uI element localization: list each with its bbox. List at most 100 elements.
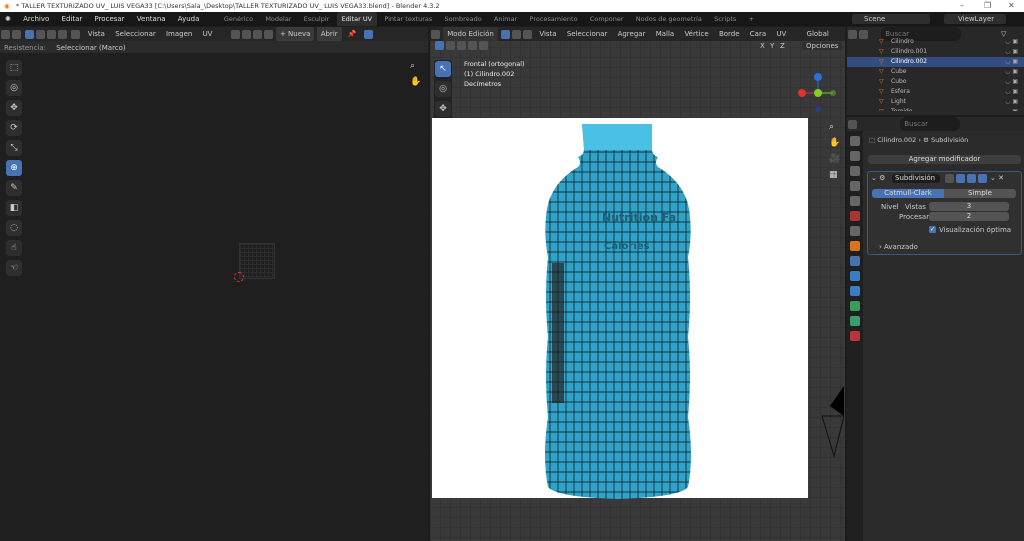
outliner-item[interactable]: ▽ Cube ◡ ▣ [847, 67, 1024, 77]
menu-procesar[interactable]: Procesar [89, 12, 129, 26]
material-tab-icon[interactable] [850, 331, 860, 341]
tab-simple[interactable]: Simple [944, 189, 1016, 198]
collection-tab-icon[interactable] [850, 226, 860, 236]
visibility-icon[interactable]: ◡ ▣ [1005, 97, 1018, 107]
uv-menu-uv[interactable]: UV [199, 27, 217, 41]
workspace-tab[interactable]: Sombreado [440, 12, 487, 26]
output-tab-icon[interactable] [850, 166, 860, 176]
vp-menu-uv[interactable]: UV [772, 27, 790, 41]
menu-archivo[interactable]: Archivo [18, 12, 54, 26]
workspace-tab[interactable]: Scripts [709, 12, 741, 26]
visibility-icon[interactable]: ◡ ▣ [1005, 67, 1018, 77]
particles-tab-icon[interactable] [850, 271, 860, 281]
move-tool-icon[interactable]: ✥ [6, 100, 22, 116]
transform-tool-icon[interactable]: ⊕ [6, 160, 22, 176]
minimize-button[interactable]: – [960, 0, 964, 12]
sync-icon[interactable] [12, 29, 21, 39]
visibility-icon[interactable]: ◡ ▣ [1005, 47, 1018, 57]
blender-menu-icon[interactable]: ✺ [0, 12, 16, 26]
tool-tab-icon[interactable] [850, 136, 860, 146]
render-tab-icon[interactable] [850, 151, 860, 161]
workspace-tab-active[interactable]: Editar UV [336, 12, 378, 26]
physics-tab-icon[interactable] [850, 286, 860, 296]
editor-type-icon[interactable] [848, 119, 857, 129]
pan-hand-icon[interactable]: ✋ [410, 77, 421, 87]
workspace-tab[interactable]: Procesamiento [525, 12, 583, 26]
select-subtract-icon[interactable] [457, 41, 466, 50]
face-select-icon[interactable] [47, 29, 57, 39]
vertex-mode-icon[interactable] [501, 29, 511, 39]
island-select-icon[interactable] [58, 29, 68, 39]
vp-menu-borde[interactable]: Borde [715, 27, 744, 41]
viewport-toggle-icon[interactable] [967, 174, 976, 183]
navigation-gizmo[interactable] [795, 70, 841, 116]
visibility-icon[interactable]: ◡ ▣ [1005, 57, 1018, 67]
grab-tool-icon[interactable]: ◌ [6, 220, 22, 236]
face-mode-icon[interactable] [523, 29, 533, 39]
mirror-axis-y[interactable]: Y [770, 42, 774, 50]
collapse-chevron-icon[interactable]: ⌄ ⚙ [871, 174, 885, 182]
workspace-tab[interactable]: Animar [489, 12, 522, 26]
visibility-icon[interactable]: ◡ ▣ [1005, 87, 1018, 97]
editor-type-icon[interactable] [1, 29, 10, 39]
mirror-axis-x[interactable]: X [760, 42, 765, 50]
cursor-tool-icon[interactable]: ◎ [435, 81, 451, 97]
select-intersect-icon[interactable] [479, 41, 488, 50]
annotate-tool-icon[interactable]: ✎ [6, 180, 22, 196]
maximize-button[interactable]: ❐ [984, 0, 991, 12]
sticky-select-icon[interactable] [71, 29, 81, 39]
add-modifier-button[interactable]: Agregar modificador [868, 155, 1021, 164]
advanced-section[interactable]: › Avanzado [879, 243, 918, 251]
scene-selector[interactable]: Scene [852, 14, 930, 24]
outliner-item[interactable]: ▽ Light ◡ ▣ [847, 97, 1024, 107]
tab-catmull-clark[interactable]: Catmull-Clark [872, 189, 944, 198]
workspace-tab[interactable]: Modelar [260, 12, 296, 26]
pinch-tool-icon[interactable]: ☜ [6, 260, 22, 276]
orientation-dropdown[interactable]: Global [803, 27, 833, 41]
cursor-tool-icon[interactable]: ◎ [6, 80, 22, 96]
modifier-name-input[interactable]: Subdivisión [892, 174, 940, 183]
uv-menu-vista[interactable]: Vista [84, 27, 109, 41]
options-dropdown[interactable]: Opciones [802, 42, 843, 50]
edge-mode-icon[interactable] [512, 29, 522, 39]
vp-menu-vista[interactable]: Vista [535, 27, 560, 41]
rip-tool-icon[interactable]: ◧ [6, 200, 22, 216]
menu-ayuda[interactable]: Ayuda [173, 12, 205, 26]
outliner-item[interactable]: ▽ Esfera ◡ ▣ [847, 87, 1024, 97]
scene-tab-icon[interactable] [850, 196, 860, 206]
gizmo-icon[interactable] [363, 29, 373, 39]
uv-menu-imagen[interactable]: Imagen [162, 27, 196, 41]
select-new-icon[interactable] [435, 41, 444, 50]
snap-icon[interactable] [241, 29, 251, 39]
vp-menu-seleccionar[interactable]: Seleccionar [563, 27, 612, 41]
render-toggle-icon[interactable] [978, 174, 987, 183]
mode-dropdown[interactable]: Modo Edición [443, 27, 498, 41]
vp-menu-cara[interactable]: Cara [746, 27, 770, 41]
viewlayer-selector[interactable]: ViewLayer [944, 14, 1006, 24]
modifier-tab-icon[interactable] [850, 256, 860, 266]
zoom-icon[interactable]: ⌕ [410, 61, 415, 71]
vp-menu-agregar[interactable]: Agregar [614, 27, 650, 41]
open-image-button[interactable]: Abrir [316, 27, 342, 41]
outliner-item[interactable]: ▽ Cilindro ◡ ▣ [847, 37, 1024, 47]
proportional-icon[interactable] [252, 29, 262, 39]
vp-menu-vertice[interactable]: Vértice [680, 27, 712, 41]
workspace-tab[interactable]: Esculpir [299, 12, 335, 26]
visibility-icon[interactable]: ◡ ▣ [1005, 107, 1018, 111]
optimal-display-checkbox[interactable]: ✓ [929, 226, 936, 233]
vp-menu-malla[interactable]: Malla [652, 27, 679, 41]
modifier-menu-icon[interactable]: ⌄ ✕ [990, 174, 1004, 182]
cage-toggle-icon[interactable] [956, 174, 965, 183]
outliner-item[interactable]: ▽ Cilindro.001 ◡ ▣ [847, 47, 1024, 57]
workspace-tab[interactable]: Genérico [219, 12, 258, 26]
viewport-levels-field[interactable]: 3 [929, 202, 1009, 211]
image-icon[interactable] [263, 29, 273, 39]
mirror-axis-z[interactable]: Z [780, 42, 785, 50]
close-button[interactable]: ✕ [1008, 0, 1015, 12]
constraints-tab-icon[interactable] [850, 301, 860, 311]
object-tab-icon[interactable] [850, 241, 860, 251]
visibility-icon[interactable]: ◡ ▣ [1005, 77, 1018, 87]
world-tab-icon[interactable] [850, 211, 860, 221]
properties-search-input[interactable]: Buscar [900, 117, 961, 131]
relax-tool-icon[interactable]: ☝ [6, 240, 22, 256]
